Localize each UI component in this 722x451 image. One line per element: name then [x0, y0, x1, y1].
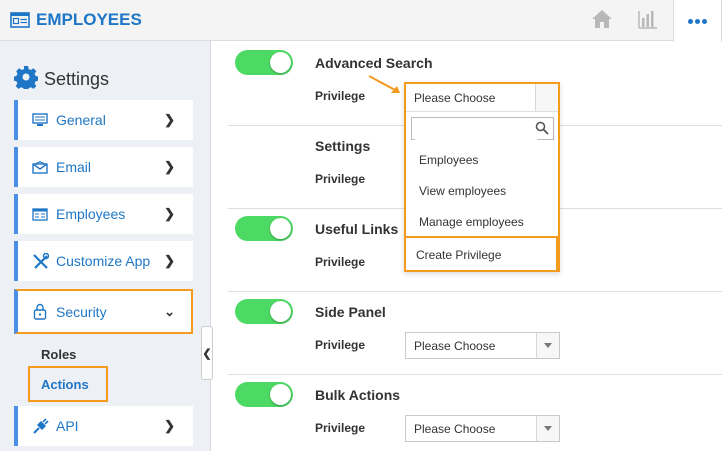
more-icon [687, 18, 708, 24]
dropdown-search-input[interactable] [415, 119, 537, 140]
sidebar: Settings General ❯ Email ❯ Employees ❯ C… [0, 41, 211, 451]
select-value: Please Choose [414, 421, 496, 436]
chevron-right-icon: ❯ [164, 206, 175, 221]
privilege-label: Privilege [315, 172, 366, 186]
dropdown-option[interactable]: Manage employees [419, 215, 524, 229]
sidebar-title-text: Settings [44, 69, 110, 89]
sidebar-item-label: API [56, 418, 79, 434]
sidebar-item-security[interactable]: Security ⌄ [14, 289, 193, 334]
bar-chart-icon [638, 9, 658, 32]
sidebar-item-customize-app[interactable]: Customize App ❯ [14, 241, 193, 281]
app-title[interactable]: EMPLOYEES [10, 10, 142, 30]
section-title: Advanced Search [315, 55, 433, 71]
privilege-select-bulk-actions[interactable]: Please Choose [405, 415, 560, 442]
privilege-label: Privilege [315, 421, 366, 435]
lock-icon [30, 303, 50, 320]
sidebar-item-employees[interactable]: Employees ❯ [14, 194, 193, 234]
sidebar-subitem-roles[interactable]: Roles [41, 347, 76, 362]
section-title: Settings [315, 138, 371, 154]
annotation-arrow-icon [367, 74, 403, 99]
select-value: Please Choose [414, 90, 496, 105]
dropdown-option[interactable]: View employees [419, 184, 506, 198]
tools-icon [30, 252, 50, 270]
top-bar: EMPLOYEES [0, 0, 722, 42]
search-icon [535, 121, 549, 138]
toggle-side-panel[interactable] [235, 299, 293, 324]
dropdown-option[interactable]: Employees [419, 153, 478, 167]
chevron-right-icon: ❯ [164, 253, 175, 268]
home-button[interactable] [580, 0, 624, 41]
sidebar-item-label: Security [56, 303, 107, 320]
privilege-select-advanced-search[interactable]: Please Choose [406, 84, 558, 112]
section-title: Side Panel [315, 304, 386, 320]
sidebar-title: Settings [13, 65, 110, 94]
divider [228, 374, 722, 375]
toggle-bulk-actions[interactable] [235, 382, 293, 407]
envelope-icon [30, 160, 50, 174]
chevron-down-icon [536, 333, 559, 358]
home-icon [591, 9, 613, 32]
gear-icon [13, 65, 39, 94]
monitor-icon [30, 113, 50, 127]
plug-icon [30, 417, 50, 435]
chevron-down-icon [536, 416, 559, 441]
chevron-left-icon: ❮ [202, 347, 212, 360]
chevron-right-icon: ❯ [164, 112, 175, 127]
privilege-label: Privilege [315, 338, 366, 352]
sidebar-item-general[interactable]: General ❯ [14, 100, 193, 140]
sidebar-item-label: Email [56, 159, 92, 175]
section-title: Useful Links [315, 221, 399, 237]
privilege-label: Privilege [315, 255, 366, 269]
dropdown-search[interactable] [411, 117, 554, 140]
sidebar-item-email[interactable]: Email ❯ [14, 147, 193, 187]
sidebar-item-label: General [56, 112, 106, 128]
sidebar-item-label: Employees [56, 206, 126, 222]
create-privilege-option[interactable]: Create Privilege [404, 236, 558, 272]
sidebar-item-label: Customize App [56, 253, 151, 269]
app-title-text: EMPLOYEES [36, 10, 142, 29]
chevron-right-icon: ❯ [164, 159, 175, 174]
toggle-useful-links[interactable] [235, 216, 293, 241]
sidebar-subitem-actions[interactable]: Actions [28, 366, 108, 402]
id-card-icon [10, 12, 30, 28]
section-title: Bulk Actions [315, 387, 401, 403]
id-card-icon [30, 207, 50, 221]
collapse-sidebar-button[interactable]: ❮ [201, 326, 213, 380]
sidebar-item-api[interactable]: API ❯ [14, 406, 193, 446]
toggle-advanced-search[interactable] [235, 50, 293, 75]
chevron-down-icon [535, 84, 558, 111]
divider [228, 291, 722, 292]
chevron-right-icon: ❯ [164, 418, 175, 433]
reports-button[interactable] [626, 0, 670, 41]
privilege-select-side-panel[interactable]: Please Choose [405, 332, 560, 359]
more-button[interactable] [673, 0, 722, 42]
privilege-label: Privilege [315, 89, 366, 103]
select-value: Please Choose [414, 338, 496, 353]
chevron-down-icon: ⌄ [164, 303, 175, 319]
